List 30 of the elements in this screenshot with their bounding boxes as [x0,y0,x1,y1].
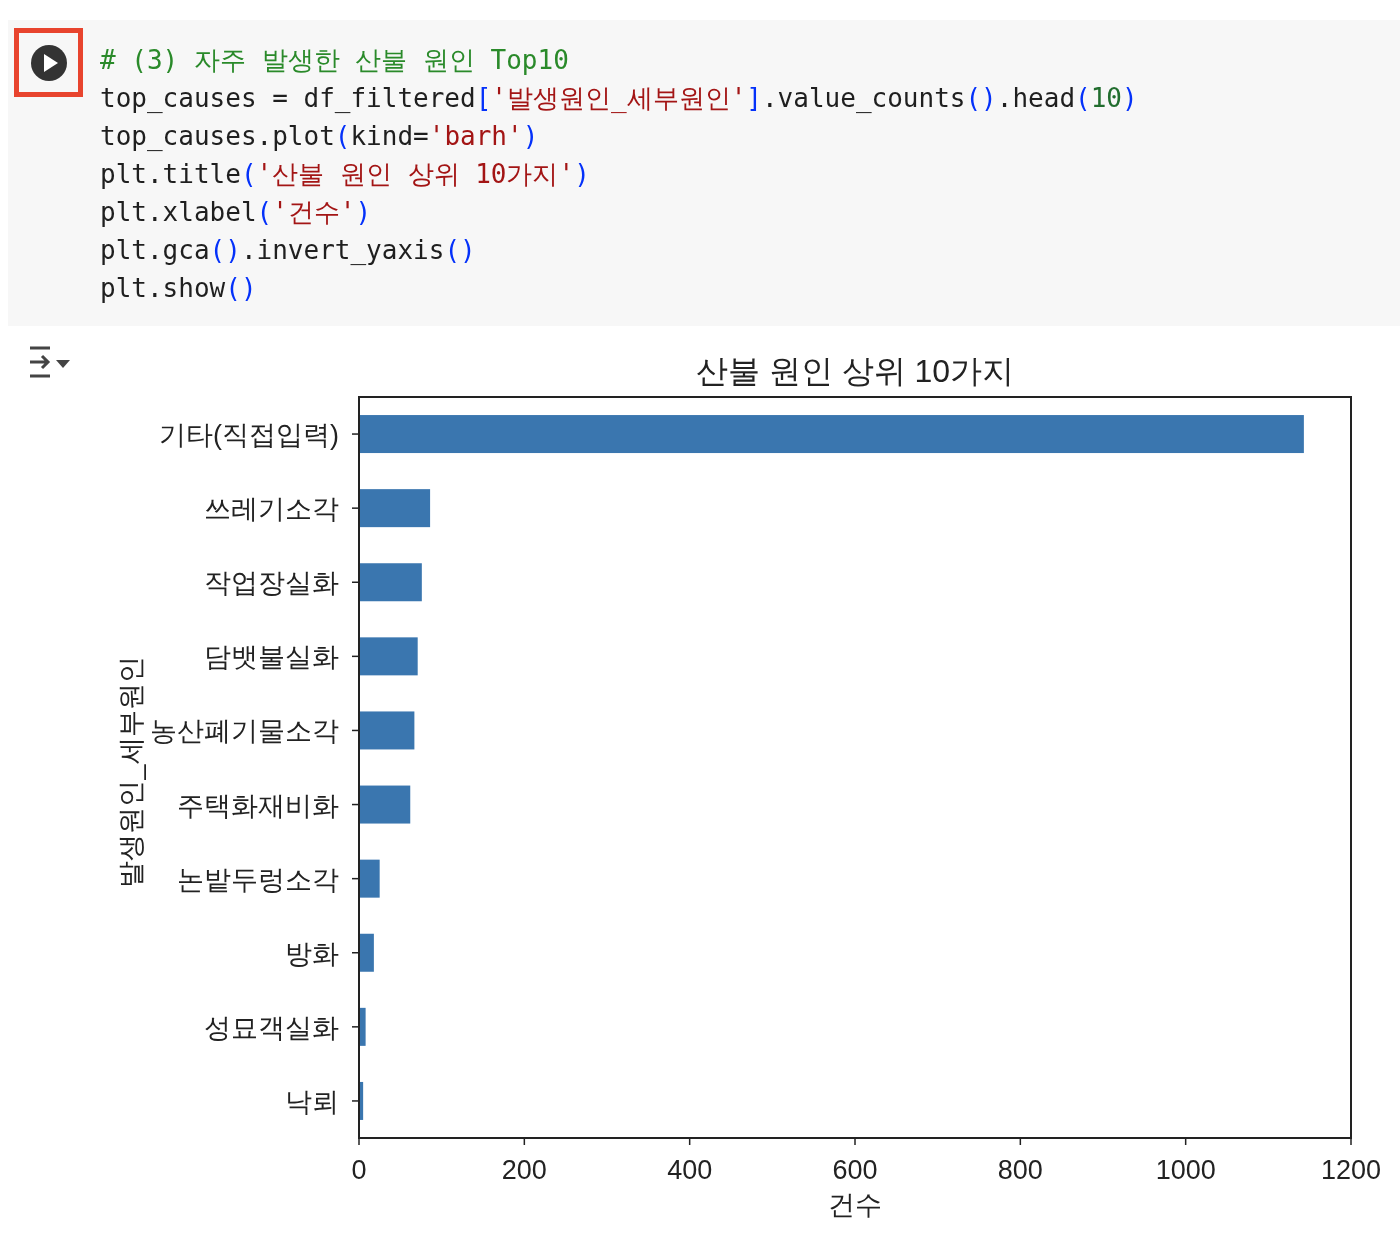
axis-tick-label: 0 [351,1155,367,1185]
code-line: plt.title('산불 원인 상위 10가지') [100,158,590,191]
category-label: 담뱃불실화 [204,642,339,673]
axis-tick-label: 600 [832,1155,878,1185]
chart-title: 산불 원인 상위 10가지 [695,353,1015,389]
run-button[interactable] [14,28,83,97]
category-label: 농산폐기물소각 [150,716,339,747]
code-line: plt.show() [100,272,257,305]
code-line: plt.xlabel('건수') [100,196,372,229]
code-line: plt.gca().invert_yaxis() [100,234,476,267]
axis-tick-label: 1000 [1155,1155,1216,1185]
category-label: 작업장실화 [204,568,339,599]
axis-tick-label: 400 [667,1155,713,1185]
y-axis-label: 발생원인_세부원인 [116,656,146,888]
category-label: 쓰레기소각 [204,494,339,525]
code-line: top_causes.plot(kind='barh') [100,120,539,153]
code-line: top_causes = df_filtered['발생원인_세부원인'].value_counts().head(10) [100,82,1138,115]
play-icon [29,43,68,82]
code-line: # (3) 자주 발생한 산불 원인 Top10 [100,44,569,77]
category-label: 논밭두렁소각 [177,864,339,895]
axis-tick-label: 1200 [1320,1155,1382,1185]
category-label: 기타(직접입력) [159,420,339,451]
axis-tick-label: 200 [501,1155,547,1185]
category-label: 낙뢰 [285,1086,339,1117]
output-toggle-icon[interactable] [28,344,72,380]
x-axis-label: 건수 [828,1190,882,1220]
axis-tick-label: 800 [997,1155,1043,1185]
category-label: 주택화재비화 [177,790,339,821]
category-label: 성묘객실화 [204,1012,339,1043]
category-label: 방화 [285,938,339,969]
